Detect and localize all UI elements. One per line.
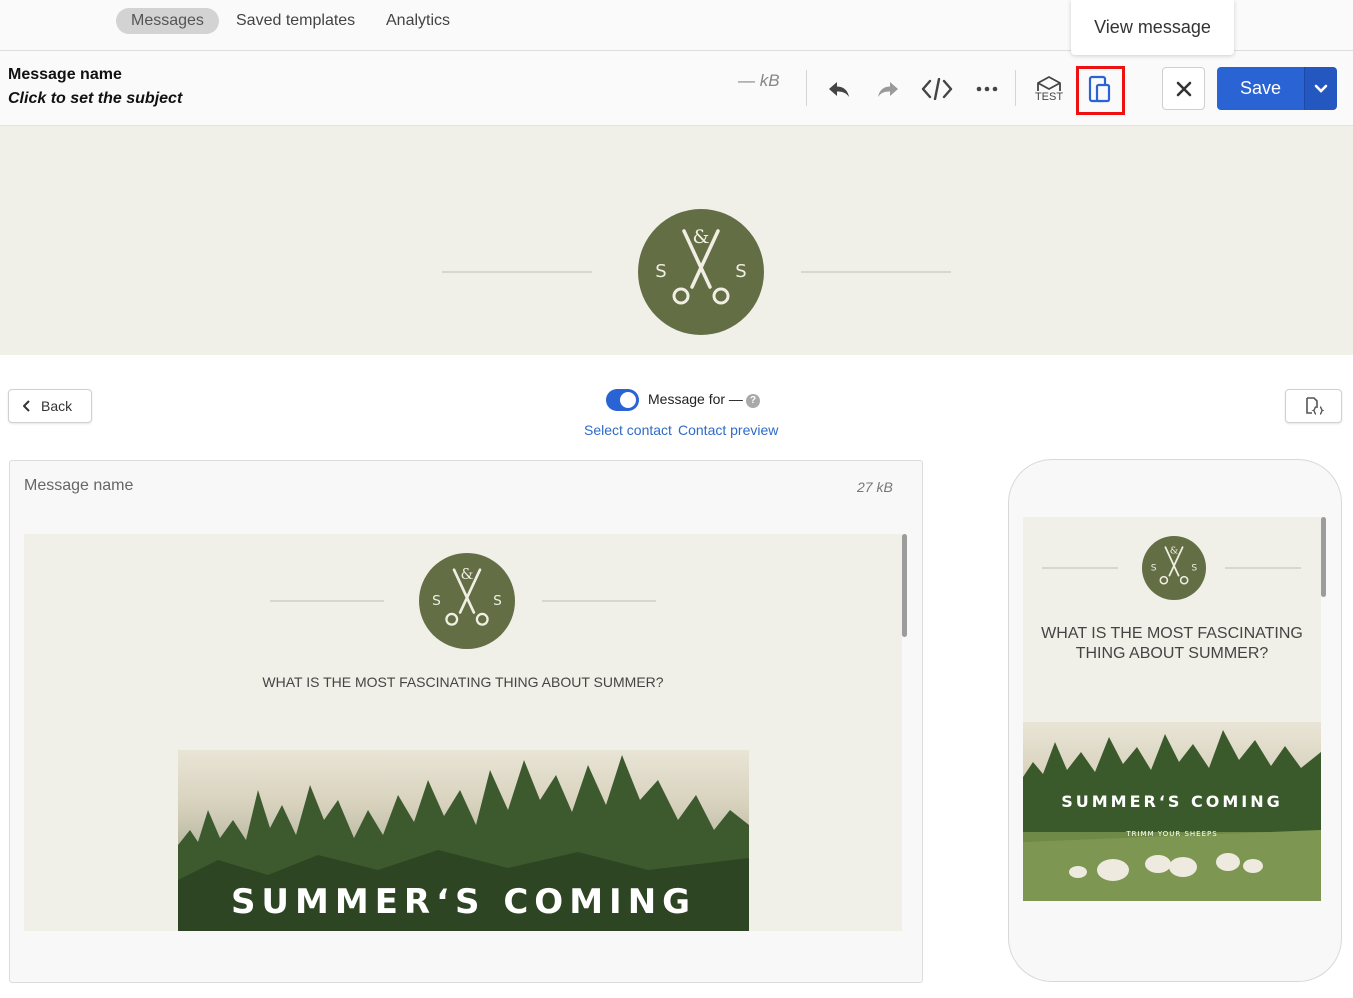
brand-logo: & S S: [1142, 536, 1206, 600]
save-button[interactable]: Save: [1217, 67, 1304, 110]
undo-button[interactable]: [819, 69, 859, 109]
view-message-highlight: [1076, 66, 1125, 115]
svg-text:S: S: [1191, 564, 1197, 574]
hero-subtitle: TRIMM YOUR SHEEPS: [1126, 830, 1218, 838]
redo-button[interactable]: [868, 69, 908, 109]
email-headline: WHAT IS THE MOST FASCINATING THING ABOUT…: [262, 674, 664, 690]
email-headline: WHAT IS THE MOST FASCINATING THING ABOUT…: [1041, 625, 1303, 662]
scissors-icon: & S S: [432, 567, 502, 626]
help-icon[interactable]: ?: [746, 394, 760, 408]
hero-title: SUMMER‘S COMING: [230, 882, 697, 922]
contact-preview-link[interactable]: Contact preview: [678, 422, 778, 438]
desktop-preview: Message name 27 kB & S S WHAT IS THE MOS…: [9, 460, 923, 983]
tab-saved-templates[interactable]: Saved templates: [221, 8, 370, 34]
tab-messages[interactable]: Messages: [116, 8, 219, 34]
test-label: TEST: [1034, 90, 1064, 103]
more-icon: [976, 86, 998, 92]
svg-text:S: S: [1151, 564, 1157, 574]
svg-text:&: &: [1170, 545, 1179, 556]
tab-analytics[interactable]: Analytics: [371, 8, 465, 34]
data-preview-button[interactable]: [1285, 389, 1342, 423]
forest-field-silhouette: [1023, 730, 1321, 901]
svg-text:S: S: [493, 593, 502, 609]
scissors-icon: & S S: [1151, 545, 1197, 585]
preview-message-size: 27 kB: [857, 479, 893, 495]
test-send-icon: [1037, 75, 1061, 91]
scrollbar[interactable]: [1321, 517, 1326, 597]
brand-logo: & S S: [419, 553, 515, 649]
select-contact-link[interactable]: Select contact: [584, 422, 672, 438]
scrollbar[interactable]: [902, 534, 907, 637]
test-send-button[interactable]: TEST: [1029, 69, 1069, 109]
redo-icon: [878, 82, 898, 97]
svg-text:S: S: [735, 261, 746, 282]
preview-message-name: Message name: [24, 477, 134, 494]
decorative-line: [1225, 567, 1301, 569]
view-message-tooltip: View message: [1071, 0, 1234, 55]
scissors-icon: & S S: [655, 226, 747, 305]
chevron-left-icon: [23, 400, 30, 412]
decorative-line: [801, 271, 951, 273]
save-dropdown-button[interactable]: [1304, 67, 1337, 110]
close-icon: [1176, 81, 1191, 96]
divider: [806, 70, 807, 106]
mobile-preview: & S S WHAT IS THE MOST FASCINATING THING…: [1008, 459, 1342, 982]
more-button[interactable]: [967, 69, 1007, 109]
editor-toolbar: Message name Click to set the subject — …: [0, 51, 1353, 126]
back-button[interactable]: Back: [8, 389, 92, 423]
code-view-button[interactable]: [917, 69, 957, 109]
mobile-email-frame[interactable]: & S S WHAT IS THE MOST FASCINATING THING…: [1023, 517, 1321, 901]
subject-field[interactable]: Click to set the subject: [8, 90, 182, 108]
message-name-title[interactable]: Message name: [8, 66, 122, 84]
svg-text:&: &: [693, 226, 710, 248]
message-for-label: Message for —: [648, 391, 743, 407]
undo-icon: [829, 82, 849, 97]
decorative-line: [542, 600, 656, 602]
chevron-down-icon: [1314, 84, 1328, 93]
close-button[interactable]: [1162, 67, 1205, 110]
divider: [1015, 70, 1016, 106]
svg-text:&: &: [461, 567, 474, 583]
hero-image: SUMMER‘S COMING TRIMM YOUR SHEEPS: [1023, 722, 1321, 901]
code-icon: [921, 78, 953, 100]
decorative-line: [270, 600, 384, 602]
hero-title: SUMMER‘S COMING: [1061, 792, 1283, 811]
desktop-email-frame[interactable]: & S S WHAT IS THE MOST FASCINATING THING…: [24, 534, 902, 931]
svg-text:S: S: [655, 261, 666, 282]
decorative-line: [442, 271, 592, 273]
message-for-toggle[interactable]: [606, 389, 639, 411]
brand-logo: & S S: [638, 209, 764, 335]
decorative-line: [1042, 567, 1118, 569]
document-code-icon: [1305, 397, 1324, 415]
hero-image: SUMMER‘S COMING: [178, 750, 749, 931]
email-header-banner[interactable]: & S S: [0, 126, 1353, 355]
message-size: — kB: [738, 71, 780, 90]
back-label: Back: [41, 398, 73, 414]
svg-text:S: S: [432, 593, 441, 609]
